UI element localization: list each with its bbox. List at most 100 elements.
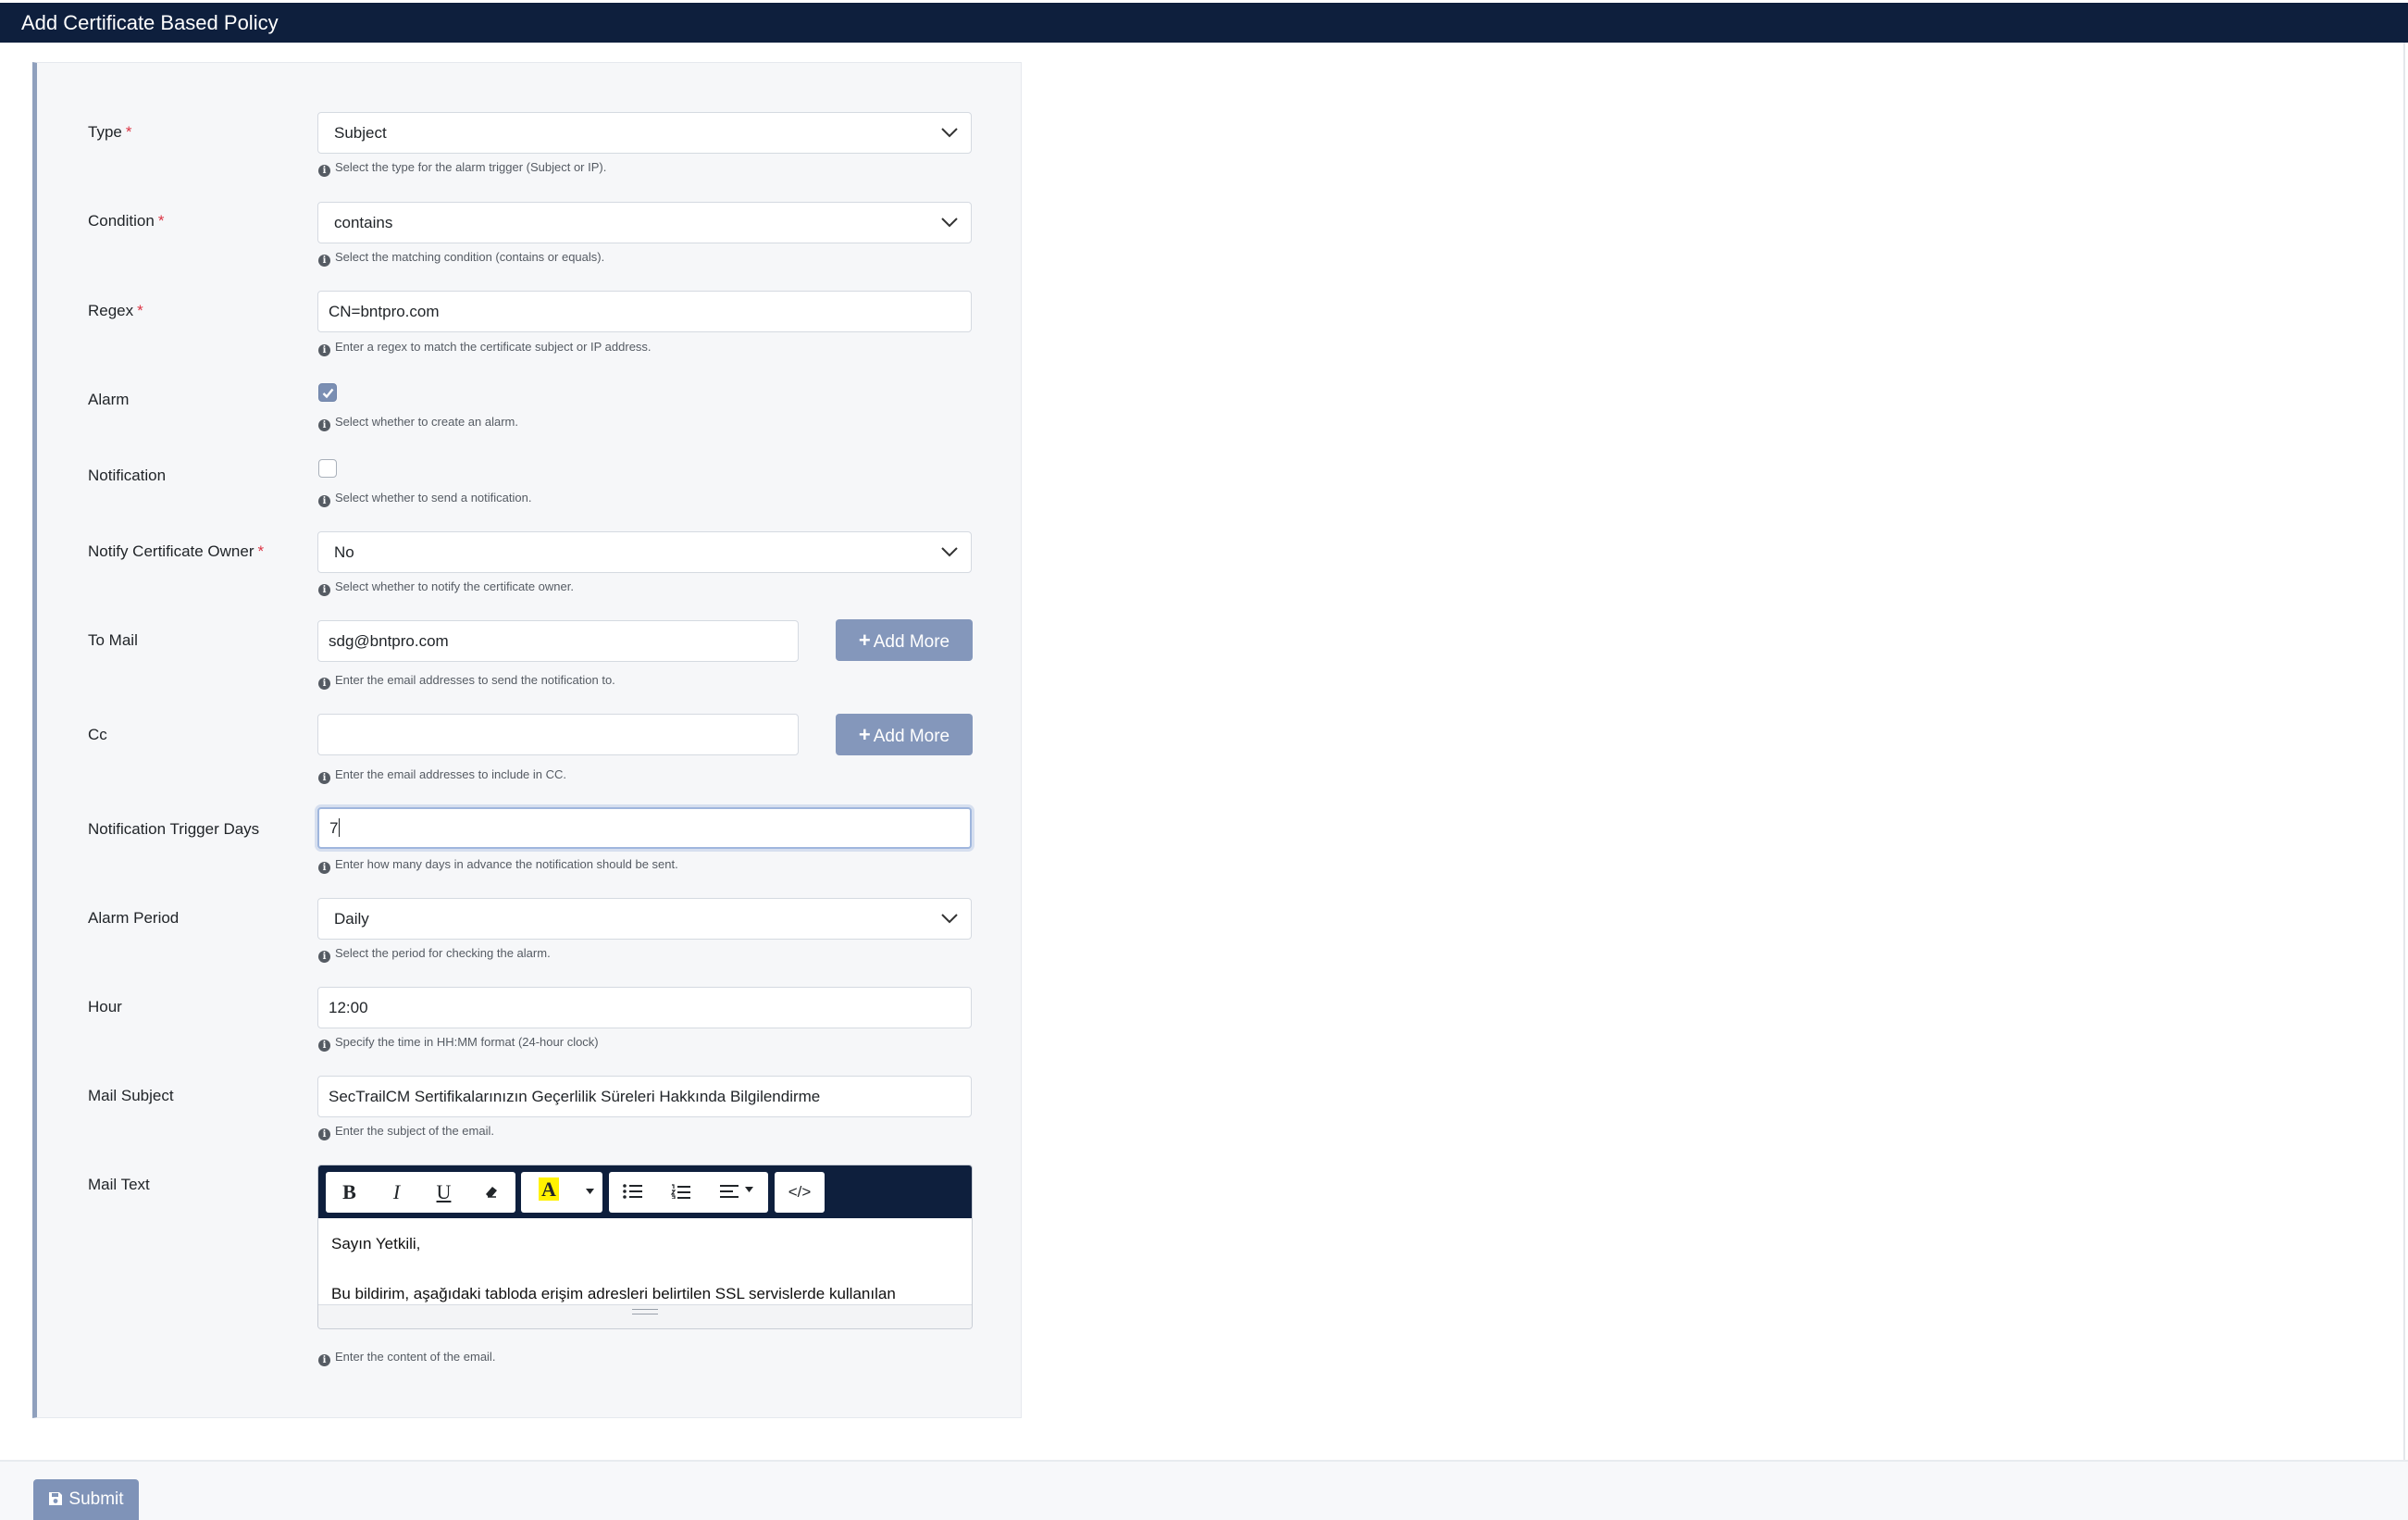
page-title: Add Certificate Based Policy bbox=[21, 11, 279, 34]
editor-resize-bar[interactable] bbox=[318, 1304, 972, 1328]
caret-down-icon bbox=[744, 1187, 753, 1192]
required-marker: * bbox=[257, 542, 265, 560]
numbered-list-icon bbox=[670, 1184, 690, 1200]
highlight-color-button[interactable]: A bbox=[521, 1172, 577, 1213]
mail-text-paragraph: Bu bildirim, aşağıdaki tabloda erişim ad… bbox=[331, 1285, 896, 1302]
italic-button[interactable]: I bbox=[373, 1172, 420, 1213]
mail-subject-input[interactable]: SecTrailCM Sertifikalarınızın Geçerlilik… bbox=[317, 1076, 972, 1117]
cc-help: i Enter the email addresses to include in… bbox=[318, 767, 566, 784]
ordered-list-button[interactable] bbox=[657, 1172, 705, 1213]
add-more-label: Add More bbox=[873, 632, 950, 652]
mail-text-paragraph: Sayın Yetkili, bbox=[331, 1235, 421, 1252]
hour-help: i Specify the time in HH:MM format (24-ho… bbox=[318, 1035, 599, 1052]
type-select[interactable]: Subject bbox=[317, 112, 972, 154]
mail-subject-input-value: SecTrailCM Sertifikalarınızın Geçerlilik… bbox=[329, 1088, 821, 1105]
condition-label-text: Condition bbox=[88, 212, 155, 230]
underline-button[interactable]: U bbox=[420, 1172, 467, 1213]
to-mail-label: To Mail bbox=[88, 631, 138, 649]
hour-input[interactable]: 12:00 bbox=[317, 987, 972, 1028]
type-label-text: Type bbox=[88, 123, 122, 141]
alarm-period-help: i Select the period for checking the alar… bbox=[318, 946, 551, 963]
notification-help-text: Select whether to send a notification. bbox=[335, 491, 532, 505]
chevron-down-icon bbox=[941, 547, 958, 557]
cc-add-more-button[interactable]: + Add More bbox=[836, 714, 973, 755]
plus-icon: + bbox=[858, 723, 871, 746]
color-dropdown-button[interactable] bbox=[577, 1172, 602, 1213]
notification-checkbox[interactable] bbox=[318, 459, 337, 478]
mail-subject-help-text: Enter the subject of the email. bbox=[335, 1124, 494, 1138]
type-select-value: Subject bbox=[334, 124, 387, 142]
checkmark-icon bbox=[322, 388, 334, 399]
alarm-help-text: Select whether to create an alarm. bbox=[335, 415, 518, 429]
submit-button[interactable]: Submit bbox=[33, 1479, 139, 1520]
mail-text-help-text: Enter the content of the email. bbox=[335, 1350, 496, 1364]
to-mail-input-value: sdg@bntpro.com bbox=[329, 632, 449, 650]
mail-text-content[interactable]: Sayın Yetkili, Bu bildirim, aşağıdaki ta… bbox=[318, 1218, 972, 1302]
code-view-button[interactable]: </> bbox=[775, 1172, 825, 1213]
regex-input[interactable]: CN=bntpro.com bbox=[317, 291, 972, 332]
to-mail-input[interactable]: sdg@bntpro.com bbox=[317, 620, 799, 662]
notification-label: Notification bbox=[88, 467, 167, 484]
clear-format-button[interactable] bbox=[467, 1172, 515, 1213]
trigger-days-input-value: 7 bbox=[329, 819, 339, 837]
notify-owner-label: Notify Certificate Owner * bbox=[88, 542, 264, 561]
paragraph-button-group bbox=[609, 1172, 768, 1213]
info-icon: i bbox=[318, 495, 330, 507]
notify-owner-select[interactable]: No bbox=[317, 531, 972, 573]
add-more-label: Add More bbox=[873, 727, 950, 746]
alarm-period-help-text: Select the period for checking the alarm… bbox=[335, 946, 551, 960]
form-footer bbox=[0, 1462, 2408, 1520]
alarm-period-label: Alarm Period bbox=[88, 909, 180, 927]
info-icon: i bbox=[318, 584, 330, 596]
info-icon: i bbox=[318, 678, 330, 690]
alarm-period-select[interactable]: Daily bbox=[317, 898, 972, 940]
trigger-days-help-text: Enter how many days in advance the notif… bbox=[335, 857, 678, 871]
mail-text-label: Mail Text bbox=[88, 1176, 150, 1193]
info-icon: i bbox=[318, 862, 330, 874]
plus-icon: + bbox=[858, 629, 871, 652]
trigger-days-input[interactable]: 7 bbox=[317, 807, 972, 849]
trigger-days-label: Notification Trigger Days bbox=[88, 820, 260, 838]
resize-grip-icon bbox=[632, 1309, 658, 1314]
hour-input-value: 12:00 bbox=[329, 999, 368, 1016]
bold-button[interactable]: B bbox=[326, 1172, 373, 1213]
code-view-group: </> bbox=[775, 1172, 825, 1213]
header-bar: Add Certificate Based Policy bbox=[0, 3, 2408, 43]
highlight-color-icon: A bbox=[539, 1177, 559, 1201]
info-icon: i bbox=[318, 419, 330, 431]
color-button-group: A bbox=[521, 1172, 602, 1213]
info-icon: i bbox=[318, 344, 330, 356]
required-marker: * bbox=[137, 302, 143, 319]
notify-owner-help-text: Select whether to notify the certificate… bbox=[335, 579, 574, 593]
required-marker: * bbox=[125, 123, 132, 141]
info-icon: i bbox=[318, 1128, 330, 1140]
type-help-text: Select the type for the alarm trigger (S… bbox=[335, 160, 607, 174]
notify-owner-select-value: No bbox=[334, 543, 354, 561]
regex-label: Regex * bbox=[88, 302, 143, 320]
condition-select[interactable]: contains bbox=[317, 202, 972, 243]
info-icon: i bbox=[318, 1354, 330, 1366]
alarm-label: Alarm bbox=[88, 391, 130, 408]
condition-label: Condition * bbox=[88, 212, 164, 230]
required-marker: * bbox=[157, 212, 165, 230]
type-help: i Select the type for the alarm trigger (… bbox=[318, 160, 606, 177]
unordered-list-button[interactable] bbox=[609, 1172, 657, 1213]
info-icon: i bbox=[318, 255, 330, 267]
info-icon: i bbox=[318, 772, 330, 784]
alarm-checkbox[interactable] bbox=[318, 383, 337, 402]
align-dropdown-button[interactable] bbox=[705, 1172, 768, 1213]
cc-help-text: Enter the email addresses to include in … bbox=[335, 767, 567, 781]
cc-input[interactable] bbox=[317, 714, 799, 755]
condition-help: i Select the matching condition (contains… bbox=[318, 250, 604, 267]
alarm-period-select-value: Daily bbox=[334, 910, 369, 928]
notify-owner-label-text: Notify Certificate Owner bbox=[88, 542, 254, 560]
eraser-icon bbox=[485, 1187, 497, 1198]
format-button-group: B I U bbox=[326, 1172, 515, 1213]
hour-label: Hour bbox=[88, 998, 122, 1015]
align-left-icon bbox=[720, 1185, 739, 1198]
caret-down-icon bbox=[585, 1189, 594, 1194]
text-caret bbox=[339, 818, 341, 837]
mail-subject-help: i Enter the subject of the email. bbox=[318, 1124, 494, 1140]
to-mail-add-more-button[interactable]: + Add More bbox=[836, 619, 973, 661]
alarm-help: i Select whether to create an alarm. bbox=[318, 415, 518, 431]
